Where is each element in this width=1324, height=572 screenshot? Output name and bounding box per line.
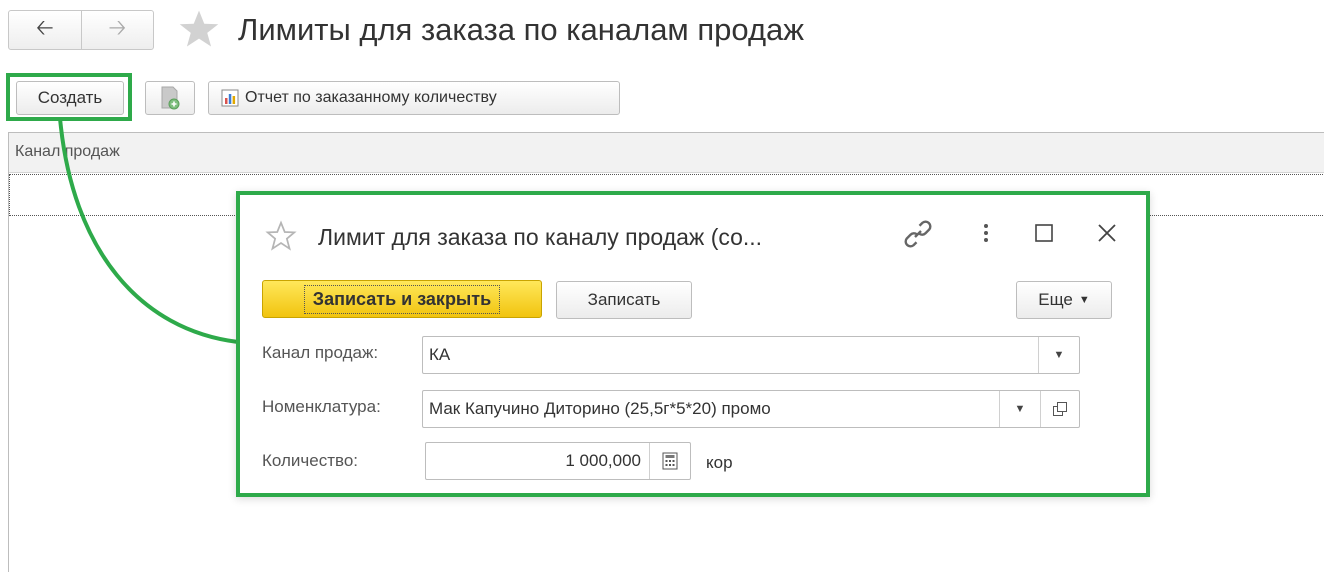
quantity-field[interactable]: 1 000,000	[425, 442, 691, 480]
open-window-icon	[1053, 402, 1067, 416]
save-button[interactable]: Записать	[556, 281, 692, 319]
more-button[interactable]: Еще ▼	[1016, 281, 1112, 319]
report-chart-icon	[221, 89, 239, 107]
open-item-button[interactable]	[1040, 391, 1079, 427]
nav-buttons: 🡠 🡢	[8, 10, 154, 50]
nomenclature-field[interactable]: Мак Капучино Диторино (25,5г*5*20) промо…	[422, 390, 1080, 428]
quantity-label: Количество:	[262, 451, 359, 470]
link-icon[interactable]	[900, 216, 936, 252]
copy-button[interactable]	[145, 81, 195, 115]
close-icon[interactable]	[1090, 216, 1124, 250]
dropdown-arrow-icon[interactable]: ▼	[999, 391, 1040, 427]
page-title: Лимиты для заказа по каналам продаж	[238, 12, 805, 47]
create-highlight-frame	[6, 73, 132, 121]
copy-document-icon	[161, 86, 180, 110]
dialog-title: Лимит для заказа по каналу продаж (со...	[318, 224, 763, 250]
sales-channel-label: Канал продаж:	[262, 343, 379, 362]
more-button-label: Еще	[1038, 290, 1073, 309]
quantity-unit: кор	[706, 453, 733, 472]
maximize-icon[interactable]	[1030, 219, 1058, 247]
dropdown-arrow-icon[interactable]: ▼	[1038, 337, 1079, 373]
save-and-close-button[interactable]: Записать и закрыть	[262, 280, 542, 318]
forward-arrow-icon[interactable]: 🡢	[82, 11, 154, 49]
sales-channel-field[interactable]: КА ▼	[422, 336, 1080, 374]
more-actions-icon[interactable]	[974, 218, 998, 248]
save-and-close-label: Записать и закрыть	[303, 284, 501, 314]
sales-channel-value[interactable]: КА	[423, 345, 1038, 365]
report-button-label: Отчет по заказанному количеству	[245, 89, 497, 106]
nomenclature-label: Номенклатура:	[262, 397, 381, 416]
calculator-button[interactable]	[649, 443, 690, 479]
column-header-sales-channel[interactable]: Канал продаж	[15, 143, 120, 161]
back-arrow-icon[interactable]: 🡠	[9, 11, 82, 49]
report-ordered-quantity-button[interactable]: Отчет по заказанному количеству	[208, 81, 620, 115]
calculator-icon	[662, 452, 678, 470]
quantity-value[interactable]: 1 000,000	[426, 451, 649, 471]
favorite-star-icon[interactable]	[178, 8, 220, 50]
favorite-star-icon[interactable]	[265, 220, 297, 252]
chevron-down-icon: ▼	[1078, 294, 1090, 306]
list-header: Канал продаж	[9, 133, 1324, 173]
nomenclature-value[interactable]: Мак Капучино Диторино (25,5г*5*20) промо	[423, 399, 999, 419]
